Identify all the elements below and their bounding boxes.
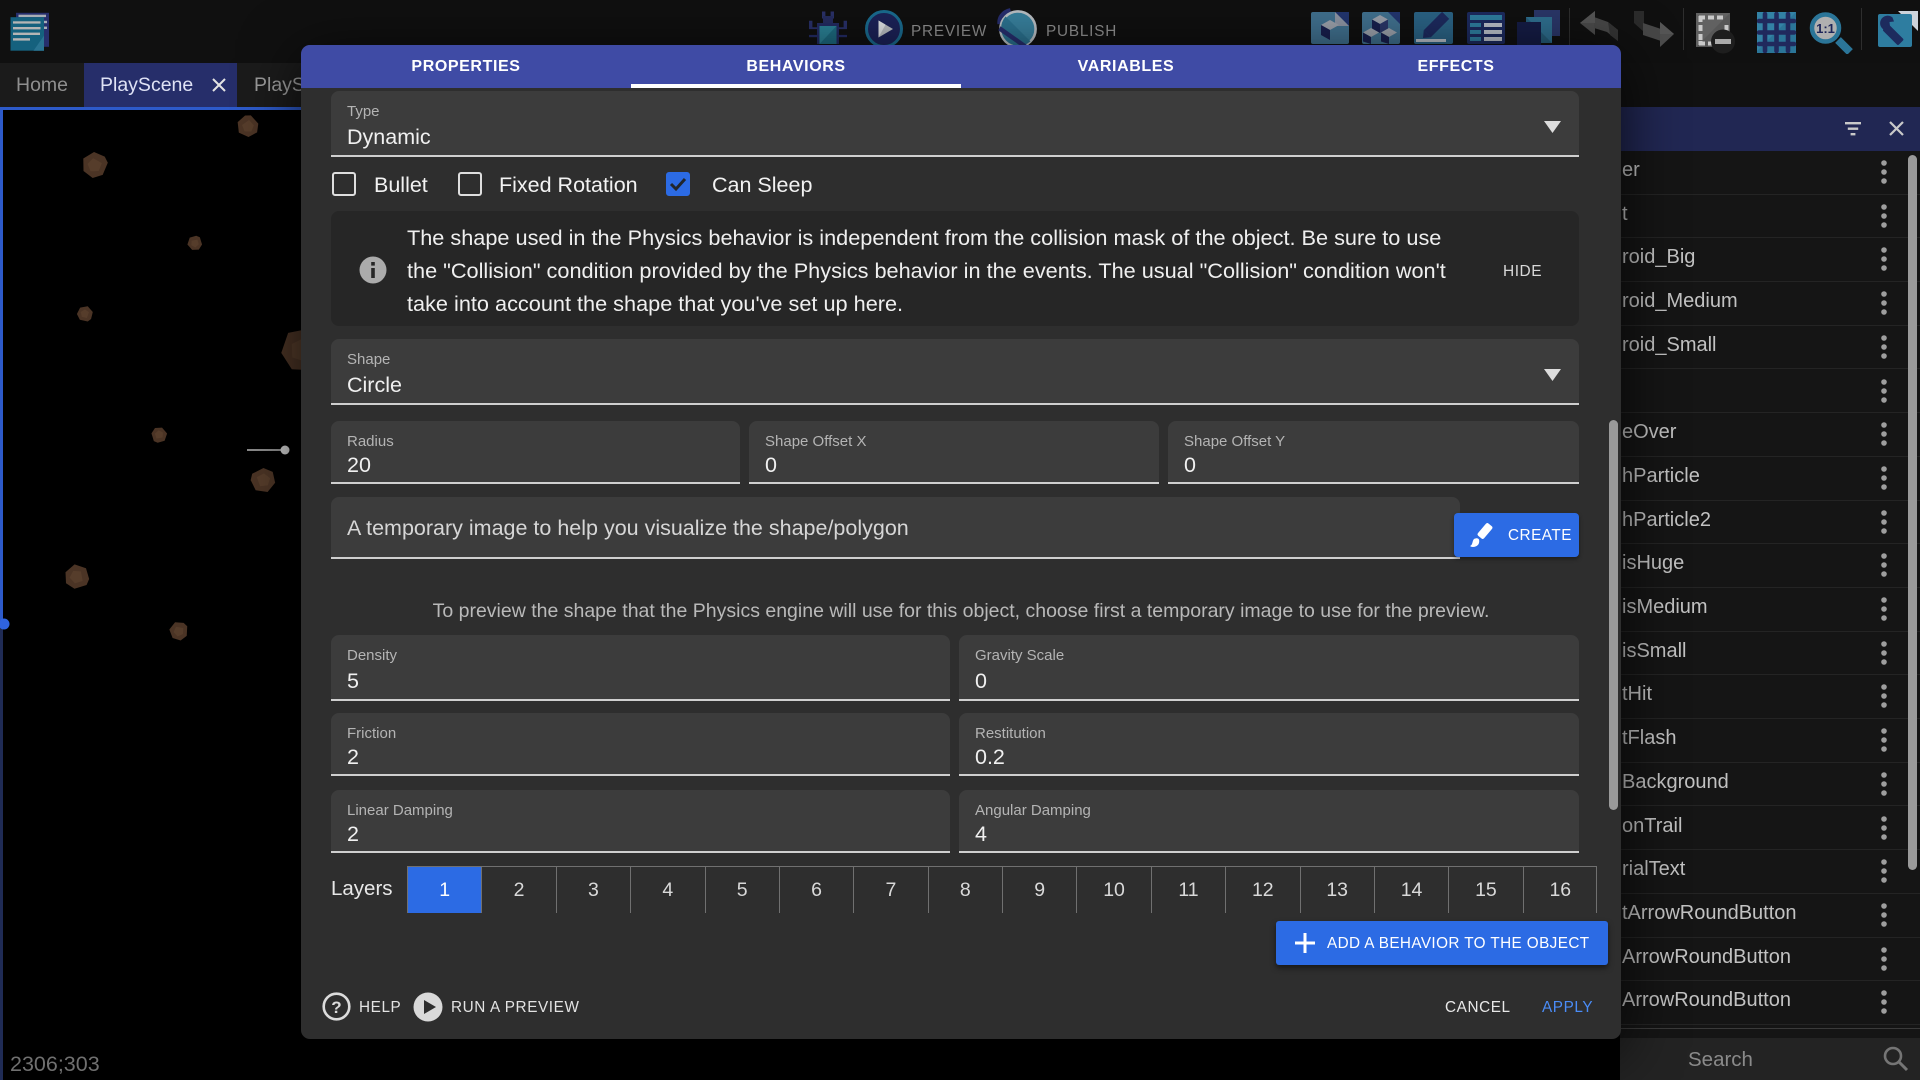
svg-text:1:1: 1:1 [1816,21,1835,36]
svg-text:?: ? [331,998,341,1017]
